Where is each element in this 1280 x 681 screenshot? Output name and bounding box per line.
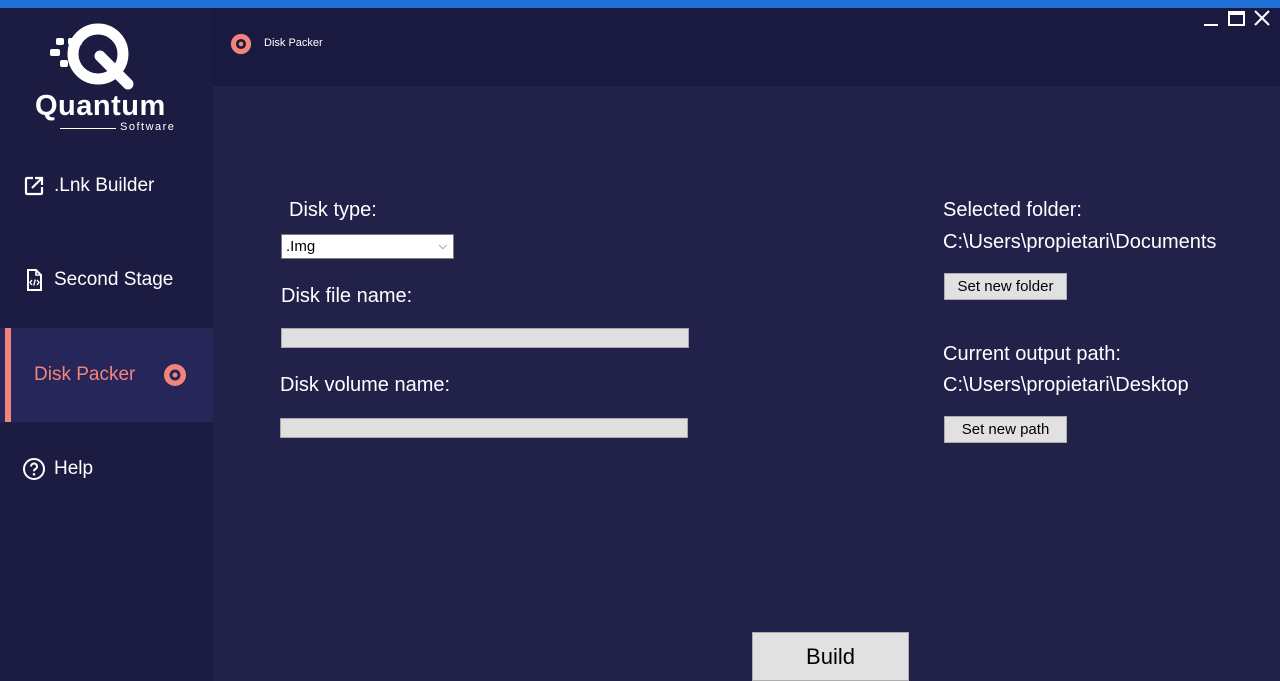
output-path-label: Current output path: (943, 343, 1121, 365)
page-title: Disk Packer (264, 37, 323, 49)
quantum-logo-icon (50, 23, 134, 90)
header-bar: Disk Packer (213, 8, 1280, 86)
sidebar-item-lnk-builder[interactable]: .Lnk Builder (0, 139, 213, 233)
set-new-folder-button[interactable]: Set new folder (944, 273, 1067, 300)
disk-volume-name-label: Disk volume name: (280, 374, 451, 396)
brand-subtitle: Software (120, 121, 176, 133)
disk-volume-name-input[interactable] (280, 418, 688, 438)
maximize-icon[interactable] (1226, 8, 1248, 30)
main-panel: Disk type: .Img ⌵ Disk file name: Disk v… (213, 86, 1280, 681)
window-top-border (0, 0, 1280, 8)
brand-name: Quantum (35, 90, 166, 122)
selected-folder-label: Selected folder: (943, 199, 1082, 221)
selected-folder-path: C:\Users\propietari\Documents (943, 231, 1217, 253)
external-link-icon (24, 176, 44, 196)
brand-divider (60, 128, 116, 129)
sidebar-item-label: Disk Packer (34, 364, 136, 385)
sidebar-item-disk-packer[interactable]: Disk Packer (0, 328, 213, 422)
close-icon[interactable] (1251, 8, 1273, 30)
minimize-icon[interactable] (1200, 8, 1222, 30)
build-button[interactable]: Build (752, 632, 909, 681)
set-new-path-button[interactable]: Set new path (944, 416, 1067, 443)
disk-type-value: .Img (286, 238, 316, 255)
disk-type-select[interactable]: .Img ⌵ (281, 234, 454, 259)
sidebar-item-help[interactable]: Help (0, 422, 213, 516)
output-path-value: C:\Users\propietari\Desktop (943, 374, 1189, 396)
disk-file-name-label: Disk file name: (281, 285, 413, 307)
disk-type-label: Disk type: (289, 199, 377, 221)
help-circle-icon (23, 458, 45, 480)
chevron-down-icon: ⌵ (438, 240, 447, 252)
brand-logo: Quantum Software (30, 20, 190, 133)
disk-file-name-input[interactable] (281, 328, 689, 348)
sidebar-item-label: .Lnk Builder (54, 175, 155, 196)
sidebar-item-label: Second Stage (54, 269, 174, 290)
active-indicator (5, 328, 11, 422)
disc-icon (230, 33, 252, 55)
code-file-icon (27, 269, 42, 291)
sidebar: Quantum Software .Lnk Builder Second Sta… (0, 8, 213, 681)
disc-icon (164, 364, 186, 386)
sidebar-item-second-stage[interactable]: Second Stage (0, 233, 213, 327)
sidebar-item-label: Help (54, 458, 94, 479)
